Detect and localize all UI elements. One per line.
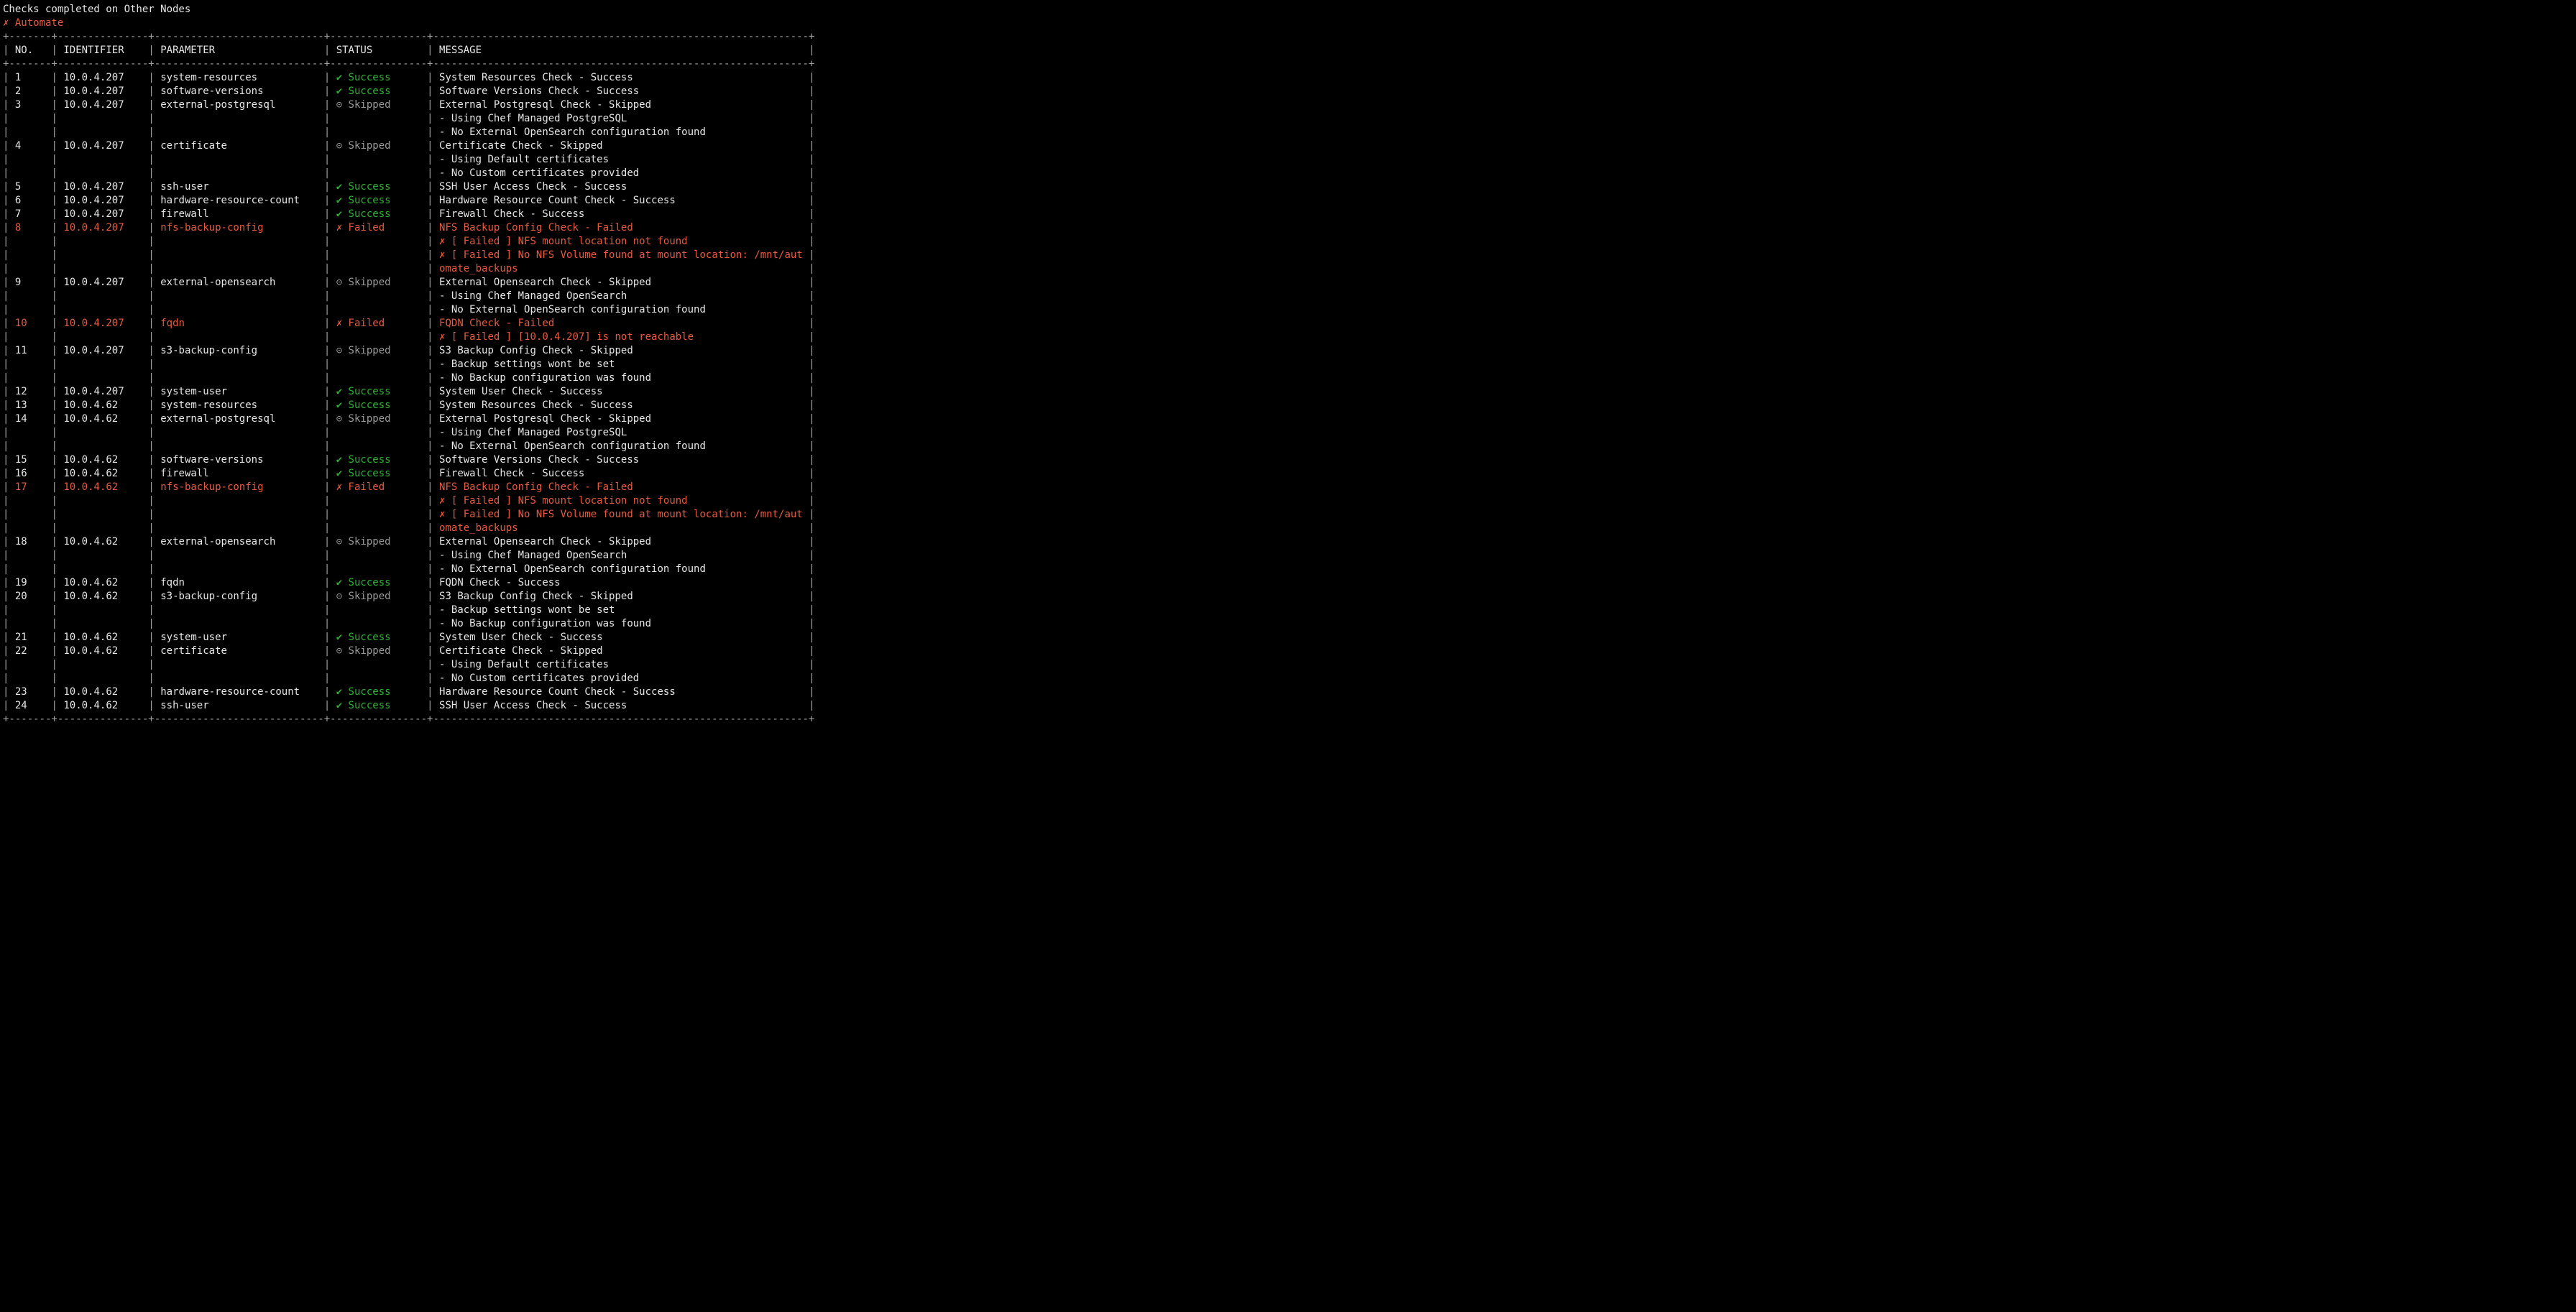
terminal-output: Checks completed on Other Nodes Automate…	[0, 0, 2576, 734]
section-subtitle: Automate	[3, 17, 2573, 30]
section-title: Checks completed on Other Nodes	[3, 3, 2573, 17]
results-table: +-------+---------------+---------------…	[3, 30, 2573, 726]
